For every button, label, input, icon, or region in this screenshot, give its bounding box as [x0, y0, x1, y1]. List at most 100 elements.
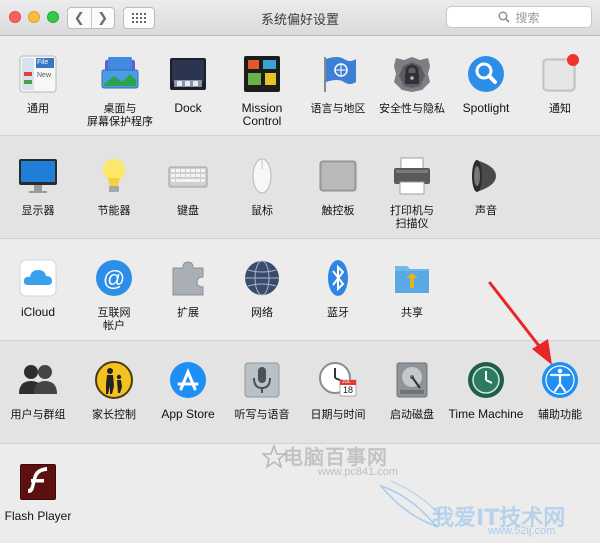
pref-label: 蓝牙 — [327, 306, 349, 319]
pref-trackpad[interactable]: 触控板 — [300, 156, 376, 217]
pref-label: 听写与语音 — [234, 408, 290, 421]
watermark-secondary-url: www.52ij.com — [488, 525, 556, 537]
security-privacy-icon — [392, 54, 432, 94]
toolbar: ❮ ❯ 系统偏好设置 搜索 — [0, 0, 600, 36]
pref-label: 鼠标 — [251, 204, 273, 217]
chevron-right-icon: ❯ — [97, 10, 109, 26]
pref-mouse[interactable]: 鼠标 — [224, 156, 300, 217]
pref-label: 显示器 — [21, 204, 55, 217]
pref-label: Flash Player — [4, 509, 72, 523]
pref-label: 声音 — [475, 204, 497, 217]
minimize-button[interactable] — [28, 11, 40, 23]
pref-spotlight[interactable]: Spotlight — [448, 54, 524, 115]
flash-player-icon — [18, 462, 58, 502]
dictation-speech-icon — [242, 360, 282, 400]
mouse-icon — [242, 156, 282, 196]
pref-extensions[interactable]: 扩展 — [150, 258, 226, 319]
forward-button[interactable]: ❯ — [90, 8, 115, 28]
sound-icon — [466, 156, 506, 196]
pref-icloud[interactable]: iCloud — [0, 258, 76, 319]
pref-keyboard[interactable]: 键盘 — [150, 156, 226, 217]
pref-sound[interactable]: 声音 — [448, 156, 524, 217]
keyboard-icon — [168, 156, 208, 196]
pref-label: Time Machine — [448, 407, 524, 421]
pref-mission-control[interactable]: Mission Control — [224, 54, 300, 128]
users-groups-icon — [18, 360, 58, 400]
pref-startup-disk[interactable]: 启动磁盘 — [374, 360, 450, 421]
pref-label: 启动磁盘 — [390, 408, 434, 421]
pref-notifications[interactable]: 通知 — [522, 54, 598, 115]
pref-desktop-screensaver[interactable]: 桌面与 屏幕保护程序 — [82, 54, 158, 128]
pref-label: 网络 — [251, 306, 273, 319]
zoom-button[interactable] — [47, 11, 59, 23]
pref-label: 语言与地区 — [310, 102, 366, 115]
pref-label: 键盘 — [177, 204, 199, 217]
pref-displays[interactable]: 显示器 — [0, 156, 76, 217]
pref-flash-player[interactable]: Flash Player — [0, 462, 76, 523]
extensions-icon — [168, 258, 208, 298]
pref-dictation-speech[interactable]: 听写与语音 — [224, 360, 300, 421]
pref-users-groups[interactable]: 用户与群组 — [0, 360, 76, 421]
pref-energy-saver[interactable]: 节能器 — [76, 156, 152, 217]
pref-label: 通知 — [549, 102, 571, 115]
pref-label: 家长控制 — [92, 408, 136, 421]
mission-control-icon — [242, 54, 282, 94]
pref-bluetooth[interactable]: 蓝牙 — [300, 258, 376, 319]
parental-controls-icon — [94, 360, 134, 400]
internet-accounts-icon: @ — [94, 258, 134, 298]
pref-internet-accounts[interactable]: @ 互联网 帐户 — [76, 258, 152, 332]
displays-icon — [18, 156, 58, 196]
pref-language-region[interactable]: 语言与地区 — [300, 54, 376, 115]
pref-network[interactable]: 网络 — [224, 258, 300, 319]
pref-label: iCloud — [20, 305, 56, 319]
pref-security-privacy[interactable]: 安全性与隐私 — [374, 54, 450, 115]
pref-label: 互联网 帐户 — [97, 306, 131, 332]
general-icon-file-text: File — [37, 59, 49, 66]
search-field[interactable]: 搜索 — [446, 6, 592, 28]
startup-disk-icon — [392, 360, 432, 400]
printers-scanners-icon — [392, 156, 432, 196]
pref-general[interactable]: File New 通用 — [0, 54, 76, 115]
pref-printers-scanners[interactable]: 打印机与 扫描仪 — [374, 156, 450, 230]
annotation-arrow — [488, 281, 552, 365]
pref-label: Mission Control — [241, 101, 283, 128]
pref-sharing[interactable]: 共享 — [374, 258, 450, 319]
pref-label: 日期与时间 — [310, 408, 366, 421]
icloud-icon — [18, 258, 58, 298]
pref-label: 打印机与 扫描仪 — [390, 204, 434, 230]
back-button[interactable]: ❮ — [68, 8, 91, 28]
notifications-icon — [540, 54, 580, 94]
pref-date-time[interactable]: JUL 18 日期与时间 — [300, 360, 376, 421]
pref-label: 扩展 — [177, 306, 199, 319]
pref-label: 用户与群组 — [10, 408, 66, 421]
search-icon — [498, 11, 511, 23]
sharing-icon — [392, 258, 432, 298]
pref-label: 触控板 — [321, 204, 355, 217]
grid-icon — [132, 13, 146, 23]
pref-app-store[interactable]: App Store — [150, 360, 226, 421]
row-divider — [0, 135, 600, 136]
language-region-icon — [318, 54, 358, 94]
search-placeholder: 搜索 — [515, 10, 540, 25]
pref-label: 桌面与 屏幕保护程序 — [87, 102, 153, 128]
spotlight-icon — [466, 54, 506, 94]
close-button[interactable] — [9, 11, 21, 23]
bluetooth-icon — [318, 258, 358, 298]
trackpad-icon — [318, 156, 358, 196]
pref-label: 共享 — [401, 306, 423, 319]
pref-label: App Store — [161, 407, 215, 421]
pref-label: Dock — [174, 101, 202, 115]
pref-label: 通用 — [27, 102, 49, 115]
calendar-day-text: 18 — [343, 385, 354, 395]
svg-text:@: @ — [103, 266, 125, 291]
pref-label: 安全性与隐私 — [379, 102, 445, 115]
pref-label: 节能器 — [97, 204, 131, 217]
dock-icon — [168, 54, 208, 94]
energy-saver-icon — [94, 156, 134, 196]
show-all-button[interactable] — [123, 7, 155, 29]
general-icon: File New — [18, 54, 58, 94]
pref-dock[interactable]: Dock — [150, 54, 226, 115]
pref-parental-controls[interactable]: 家长控制 — [76, 360, 152, 421]
pref-label: Spotlight — [462, 101, 510, 115]
general-icon-new-text: New — [37, 72, 52, 79]
